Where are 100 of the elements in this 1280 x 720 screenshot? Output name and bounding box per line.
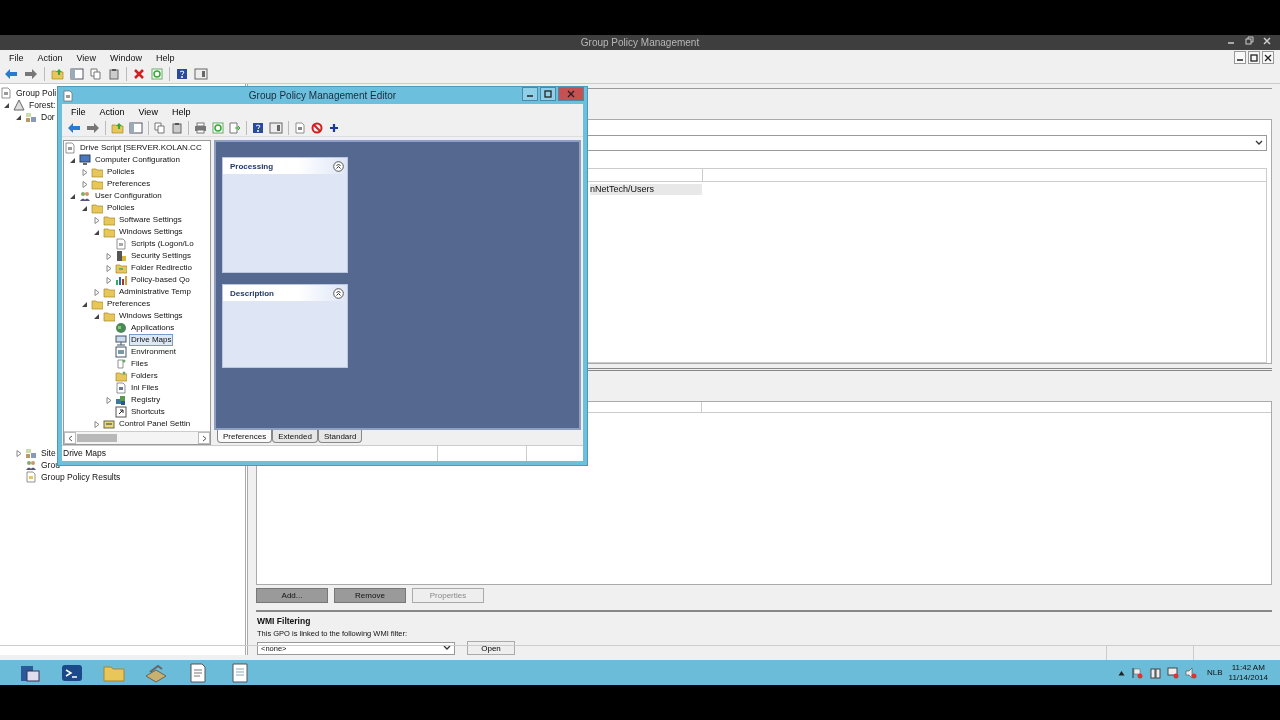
back-icon[interactable] bbox=[67, 122, 81, 134]
tree-item[interactable]: Drive Script [SERVER.KOLAN.CC bbox=[78, 142, 204, 154]
tree-item[interactable]: Administrative Temp bbox=[117, 286, 193, 298]
back-icon[interactable] bbox=[4, 68, 18, 80]
tree-item[interactable]: User Configuration bbox=[93, 190, 164, 202]
tree-item[interactable]: Drive Maps bbox=[129, 334, 174, 346]
network-icon[interactable] bbox=[1167, 666, 1179, 679]
menu-item[interactable]: Window bbox=[102, 52, 149, 63]
control-panel-icon bbox=[103, 418, 115, 430]
export-icon[interactable] bbox=[229, 122, 241, 134]
flag-icon[interactable] bbox=[1131, 666, 1143, 679]
folder-icon[interactable] bbox=[111, 122, 124, 134]
help-icon[interactable] bbox=[176, 68, 188, 80]
window-icon[interactable] bbox=[70, 68, 84, 80]
tree-item[interactable]: Computer Configuration bbox=[93, 154, 182, 166]
speaker-icon[interactable] bbox=[1185, 666, 1197, 679]
tree-item[interactable]: Control Panel Settin bbox=[117, 418, 193, 430]
tab[interactable]: Extended bbox=[272, 430, 318, 443]
forward-icon[interactable] bbox=[86, 122, 100, 134]
list-item[interactable]: nNetTech/Users bbox=[590, 184, 702, 195]
expand-arrow-icon[interactable] bbox=[92, 419, 101, 429]
action-button[interactable]: Remove bbox=[334, 588, 406, 603]
clipboard-icon[interactable] bbox=[171, 122, 183, 134]
tree-item[interactable]: Windows Settings bbox=[117, 226, 185, 238]
tree-item[interactable]: Applications bbox=[129, 322, 177, 334]
close-icon[interactable] bbox=[1263, 52, 1273, 63]
expand-arrow-icon[interactable] bbox=[104, 275, 113, 285]
expand-arrow-icon[interactable] bbox=[104, 251, 113, 261]
menu-item[interactable]: Action bbox=[30, 52, 70, 63]
folder-icon bbox=[103, 226, 115, 238]
scrollbar-thumb[interactable] bbox=[77, 434, 117, 442]
folder-icon[interactable] bbox=[51, 68, 64, 80]
restore-icon[interactable] bbox=[1249, 52, 1259, 63]
document-icon[interactable] bbox=[294, 122, 306, 134]
plus-icon[interactable] bbox=[328, 122, 340, 134]
triangle-icon bbox=[13, 99, 25, 111]
tree-item[interactable]: Registry bbox=[129, 394, 163, 406]
tree-item[interactable]: Security Settings bbox=[129, 250, 194, 262]
copy-icon[interactable] bbox=[90, 68, 102, 80]
copy-icon[interactable] bbox=[154, 122, 166, 134]
restore-icon[interactable] bbox=[1244, 36, 1254, 46]
menu-item[interactable]: File bbox=[2, 52, 31, 63]
menu-item[interactable]: Action bbox=[92, 107, 132, 117]
tree-item[interactable]: Forest: bbox=[27, 99, 58, 111]
menu-item[interactable]: Help bbox=[164, 107, 198, 117]
expand-arrow-icon[interactable] bbox=[14, 448, 23, 458]
tree-item[interactable]: Preferences bbox=[105, 178, 153, 190]
tree-item[interactable]: Files bbox=[129, 358, 150, 370]
folder-icon bbox=[115, 370, 127, 382]
clipboard-icon[interactable] bbox=[108, 68, 120, 80]
tree-item[interactable]: Group Policy Results bbox=[39, 471, 123, 483]
collapse-icon[interactable] bbox=[333, 287, 344, 299]
delete-icon[interactable] bbox=[133, 68, 145, 80]
tree-item[interactable]: Scripts (Logon/Lo bbox=[129, 238, 196, 250]
tree-item[interactable]: Group Poli bbox=[14, 87, 59, 99]
menu-item[interactable]: File bbox=[64, 107, 93, 117]
maximize-icon[interactable] bbox=[543, 89, 553, 99]
menu-item[interactable]: View bbox=[131, 107, 165, 117]
tree-item[interactable]: Dor bbox=[39, 111, 57, 123]
tree-item[interactable]: Grou bbox=[39, 459, 62, 471]
print-icon[interactable] bbox=[194, 122, 207, 134]
tree-item[interactable]: Environment bbox=[129, 346, 178, 358]
folder-icon bbox=[103, 286, 115, 298]
forward-icon[interactable] bbox=[24, 68, 38, 80]
tree-item[interactable]: Ini Files bbox=[129, 382, 161, 394]
expand-arrow-icon[interactable] bbox=[104, 395, 113, 405]
stop-icon[interactable] bbox=[311, 122, 323, 134]
pane-icon[interactable] bbox=[269, 122, 283, 134]
tab[interactable]: Preferences bbox=[217, 430, 273, 443]
tree-item[interactable]: Policy-based Qo bbox=[129, 274, 192, 286]
chevron-down-icon bbox=[443, 645, 451, 651]
refresh-icon[interactable] bbox=[151, 68, 163, 80]
collapse-icon[interactable] bbox=[333, 160, 344, 172]
pane-icon[interactable] bbox=[194, 68, 208, 80]
dropdown-field[interactable] bbox=[588, 135, 1267, 151]
tree-item[interactable]: Shortcuts bbox=[129, 406, 167, 418]
tree-item[interactable]: Software Settings bbox=[117, 214, 184, 226]
tree-item[interactable]: Folder Redirectio bbox=[129, 262, 194, 274]
scroll-right-icon[interactable] bbox=[201, 434, 207, 442]
shortcut-icon bbox=[115, 406, 127, 418]
script-icon bbox=[115, 238, 127, 250]
tree-item[interactable]: Folders bbox=[129, 370, 160, 382]
tree-item[interactable]: Windows Settings bbox=[117, 310, 185, 322]
scroll-left-icon[interactable] bbox=[67, 434, 73, 442]
tree-item[interactable]: Site bbox=[39, 447, 58, 459]
menu-item[interactable]: View bbox=[69, 52, 103, 63]
tree-item[interactable]: Policies bbox=[105, 202, 137, 214]
menu-item[interactable]: Help bbox=[148, 52, 182, 63]
show-hidden-icon[interactable] bbox=[1118, 669, 1125, 676]
window-icon[interactable] bbox=[129, 122, 143, 134]
action-button[interactable]: Add... bbox=[256, 588, 328, 603]
tab[interactable]: Standard bbox=[317, 430, 363, 443]
tree-item[interactable]: Policies bbox=[105, 166, 137, 178]
expand-arrow-icon[interactable] bbox=[104, 263, 113, 273]
tree-item[interactable]: Preferences bbox=[105, 298, 153, 310]
language-indicator[interactable]: NLB bbox=[1207, 668, 1223, 677]
folder-icon bbox=[91, 178, 103, 190]
refresh-icon[interactable] bbox=[212, 122, 224, 134]
help-icon[interactable] bbox=[252, 122, 264, 134]
clock[interactable]: 11:42 AM 11/14/2014 bbox=[1228, 662, 1268, 683]
